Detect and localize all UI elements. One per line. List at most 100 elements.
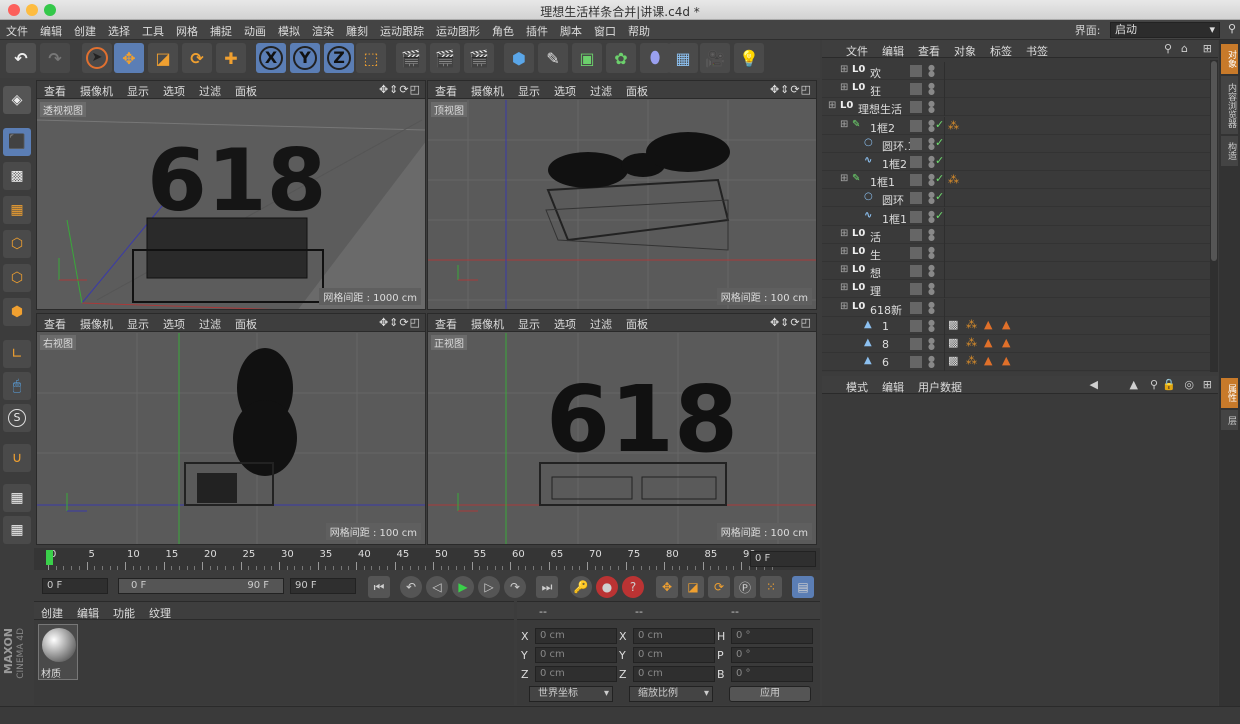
vp-menu-view[interactable]: 查看 — [428, 314, 464, 332]
key-pla-button[interactable]: ⁙ — [760, 576, 782, 598]
texture-tag-icon[interactable]: ▩ — [948, 318, 958, 331]
phong-tag-icon[interactable]: ⁂ — [948, 173, 959, 186]
layer-swatch[interactable] — [910, 83, 922, 96]
end-frame-field[interactable]: 90 F — [290, 578, 356, 594]
tab-objects[interactable]: 对象 — [1221, 44, 1238, 74]
layout-select[interactable]: 启动 ▾ — [1110, 22, 1220, 38]
visibility-dots[interactable]: ● ● — [928, 191, 935, 205]
menu-select[interactable]: 选择 — [102, 20, 136, 39]
undo-button[interactable]: ↶ — [6, 43, 36, 73]
layer-swatch[interactable] — [910, 228, 922, 241]
expand-toggle-icon[interactable]: ⊞ — [840, 246, 848, 257]
lock-x-axis-button[interactable]: X — [256, 43, 286, 73]
next-frame-button[interactable]: ▷ — [478, 576, 500, 598]
visibility-dots[interactable]: ● ● — [928, 355, 935, 369]
mat-menu-texture[interactable]: 纹理 — [142, 602, 178, 621]
enabled-check-icon[interactable]: ✓ — [935, 190, 944, 203]
visibility-dots[interactable]: ● ● — [928, 64, 935, 78]
menu-create[interactable]: 创建 — [68, 20, 102, 39]
coord-value-field[interactable]: 0 cm — [535, 628, 617, 644]
vp-menu-camera[interactable]: 摄像机 — [73, 81, 120, 99]
menu-tools[interactable]: 工具 — [136, 20, 170, 39]
play-button[interactable]: ▶ — [452, 576, 474, 598]
key-scale-button[interactable]: ◪ — [682, 576, 704, 598]
expand-toggle-icon[interactable]: ⊞ — [840, 264, 848, 275]
layer-swatch[interactable] — [910, 265, 922, 278]
coord-value-field[interactable]: 0 cm — [633, 628, 715, 644]
object-row[interactable]: ○ 圆环 ● ● ✓ — [822, 189, 1210, 208]
attr-menu-userdata[interactable]: 用户数据 — [911, 376, 969, 395]
key-position-button[interactable]: ✥ — [656, 576, 678, 598]
texture-tag-icon[interactable]: ▩ — [948, 354, 958, 367]
vp-menu-filter[interactable]: 过滤 — [583, 314, 619, 332]
object-row[interactable]: ⊞ L0 理 ● ● — [822, 280, 1210, 299]
visibility-dots[interactable]: ● ● — [928, 136, 935, 150]
visibility-dots[interactable]: ● ● — [928, 337, 935, 351]
obj-menu-objects[interactable]: 对象 — [947, 40, 983, 59]
texture-mode-button[interactable]: ▩ — [3, 162, 31, 190]
expand-toggle-icon[interactable]: ⊞ — [840, 64, 848, 75]
vp-menu-display[interactable]: 显示 — [511, 314, 547, 332]
up-arrow-icon[interactable]: ▲ — [1130, 378, 1138, 391]
cube-primitive-button[interactable]: ⬢ — [504, 43, 534, 73]
search-icon[interactable]: ⚲ — [1150, 378, 1158, 391]
go-to-start-button[interactable]: ⏮ — [368, 576, 390, 598]
viewport-navigation-icons[interactable]: ✥⇕⟳◰ — [379, 316, 421, 329]
menu-animate[interactable]: 动画 — [238, 20, 272, 39]
vp-menu-options[interactable]: 选项 — [156, 81, 192, 99]
coord-value-field[interactable]: 0 cm — [535, 647, 617, 663]
tab-structure[interactable]: 构造 — [1221, 136, 1238, 166]
expand-toggle-icon[interactable]: ⊞ — [840, 228, 848, 239]
menu-motion-tracking[interactable]: 运动跟踪 — [374, 20, 430, 39]
selection-tag-icon[interactable]: ▲ — [1002, 318, 1010, 331]
menu-help[interactable]: 帮助 — [622, 20, 656, 39]
layer-swatch[interactable] — [910, 301, 922, 314]
object-row[interactable]: ▲ 1 ● ● ▩ ⁂ ▲ ▲ — [822, 316, 1210, 335]
texture-tag-icon[interactable]: ▩ — [948, 336, 958, 349]
vp-menu-options[interactable]: 选项 — [547, 314, 583, 332]
phong-tag-icon[interactable]: ⁂ — [966, 336, 977, 349]
cloner-button[interactable]: ✿ — [606, 43, 636, 73]
menu-plugins[interactable]: 插件 — [520, 20, 554, 39]
deformer-button[interactable]: ⬮ — [640, 43, 670, 73]
workplane-mode-button[interactable]: ▦ — [3, 196, 31, 224]
object-row[interactable]: ∿ 1框2 ● ● ✓ — [822, 153, 1210, 171]
visibility-dots[interactable]: ● ● — [928, 282, 935, 296]
visibility-dots[interactable]: ● ● — [928, 118, 935, 132]
selection-tag-icon[interactable]: ▲ — [984, 354, 992, 367]
enabled-check-icon[interactable]: ✓ — [935, 136, 944, 149]
mat-menu-edit[interactable]: 编辑 — [70, 602, 106, 621]
object-row[interactable]: ▲ 8 ● ● ▩ ⁂ ▲ ▲ — [822, 335, 1210, 353]
snap-button[interactable]: S — [3, 404, 31, 432]
object-row[interactable]: ⊞ ✎ 1框2 ● ● ✓ ⁂ — [822, 116, 1210, 135]
object-row[interactable]: ○ 圆环.1 ● ● ✓ — [822, 134, 1210, 153]
object-row[interactable]: ⊞ L0 生 ● ● — [822, 244, 1210, 262]
viewport-navigation-icons[interactable]: ✥⇕⟳◰ — [379, 83, 421, 96]
vp-menu-display[interactable]: 显示 — [120, 81, 156, 99]
timeline-window-button[interactable]: ▤ — [792, 576, 814, 598]
layer-swatch[interactable] — [910, 192, 922, 205]
object-row[interactable]: ⊞ L0 狂 ● ● — [822, 80, 1210, 99]
planar-workplane-button[interactable]: ▦ — [3, 516, 31, 544]
coord-value-field[interactable]: 0 ° — [731, 666, 813, 682]
vp-menu-panel[interactable]: 面板 — [619, 314, 655, 332]
render-settings-button[interactable]: 🎬 — [464, 43, 494, 73]
autokey-button[interactable]: ● — [596, 576, 618, 598]
camera-button[interactable]: 🎥 — [700, 43, 730, 73]
visibility-dots[interactable]: ● ● — [928, 155, 935, 169]
layer-swatch[interactable] — [910, 283, 922, 296]
enabled-check-icon[interactable]: ✓ — [935, 118, 944, 131]
vp-menu-camera[interactable]: 摄像机 — [73, 314, 120, 332]
tab-content-browser[interactable]: 内容浏览器 — [1221, 76, 1238, 134]
menu-mesh[interactable]: 网格 — [170, 20, 204, 39]
obj-menu-tags[interactable]: 标签 — [983, 40, 1019, 59]
visibility-dots[interactable]: ● ● — [928, 82, 935, 96]
spline-pen-button[interactable]: ✎ — [538, 43, 568, 73]
menu-script[interactable]: 脚本 — [554, 20, 588, 39]
object-row[interactable]: ⊞ L0 理想生活 ● ● — [822, 98, 1210, 117]
live-select-button[interactable]: ➤ — [82, 43, 112, 73]
menu-character[interactable]: 角色 — [486, 20, 520, 39]
vp-menu-options[interactable]: 选项 — [156, 314, 192, 332]
vp-menu-filter[interactable]: 过滤 — [192, 81, 228, 99]
edges-mode-button[interactable]: ⬡ — [3, 264, 31, 292]
